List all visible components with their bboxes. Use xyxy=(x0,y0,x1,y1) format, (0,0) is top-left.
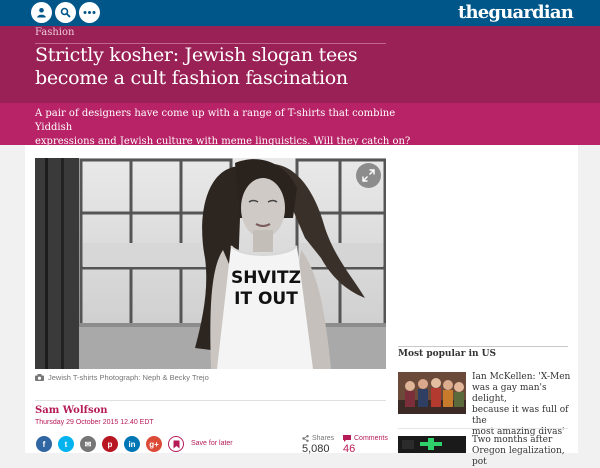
logo-guardian: guardian xyxy=(488,2,573,23)
search-button[interactable] xyxy=(55,2,76,23)
most-popular-item-2-thumbnail[interactable] xyxy=(398,436,466,453)
most-popular-divider xyxy=(398,428,568,429)
comments-count[interactable]: 46 xyxy=(343,443,355,455)
save-for-later-label[interactable]: Save for later xyxy=(191,440,233,447)
facebook-icon: f xyxy=(42,439,46,449)
share-pinterest-button[interactable]: p xyxy=(102,436,118,452)
item-1-line-2: was a gay man's delight, xyxy=(472,383,547,404)
photo-illustration: SHVITZ IT OUT xyxy=(35,158,386,369)
shares-label: Shares xyxy=(302,435,334,442)
most-popular-rule xyxy=(398,346,568,347)
most-popular-title: Most popular in US xyxy=(398,349,497,359)
share-googleplus-button[interactable]: g+ xyxy=(146,436,162,452)
comments-link[interactable]: Comments xyxy=(343,435,388,442)
bookmark-icon xyxy=(173,440,179,448)
most-popular-item-2-headline[interactable]: Two months after Oregon legalization, po… xyxy=(472,435,572,468)
author-link[interactable]: Sam Wolfson xyxy=(35,405,108,416)
shares-label-text: Shares xyxy=(312,435,335,442)
photo-caption: Jewish T-shirts Photograph: Neph & Becky… xyxy=(35,373,209,382)
profile-button[interactable] xyxy=(31,2,52,23)
comment-icon xyxy=(343,435,351,442)
standfirst: A pair of designers have come up with a … xyxy=(35,107,435,149)
more-button[interactable] xyxy=(79,2,100,23)
item-1-line-3: because it was full of the xyxy=(472,405,569,426)
share-twitter-button[interactable]: t xyxy=(58,436,74,452)
top-nav-bar: theguardian xyxy=(0,0,600,26)
article-headline: Strictly kosher: Jewish slogan tees beco… xyxy=(35,44,435,90)
pinterest-icon: p xyxy=(107,439,113,449)
headline-line-2: become a cult fashion fascination xyxy=(35,67,348,89)
profile-icon xyxy=(37,8,46,18)
headline-line-1: Strictly kosher: Jewish slogan tees xyxy=(35,44,358,66)
expand-icon xyxy=(362,169,375,182)
shares-count: 5,080 xyxy=(302,443,330,455)
twitter-icon: t xyxy=(64,439,68,449)
camera-icon xyxy=(35,374,44,381)
shirt-text-line-1: SHVITZ xyxy=(231,268,301,288)
share-email-button[interactable]: ✉ xyxy=(80,436,96,452)
most-popular-item-1-thumbnail[interactable] xyxy=(398,372,466,414)
thumbnail-image xyxy=(398,372,466,414)
expand-image-button[interactable] xyxy=(356,163,381,188)
comments-label-text: Comments xyxy=(354,435,388,442)
linkedin-icon: in xyxy=(128,439,136,449)
email-icon: ✉ xyxy=(84,439,92,449)
search-icon xyxy=(60,7,71,18)
logo-the: the xyxy=(457,2,489,23)
share-linkedin-button[interactable]: in xyxy=(124,436,140,452)
main-photo[interactable]: SHVITZ IT OUT xyxy=(35,158,386,369)
item-1-line-1: Ian McKellen: 'X-Men xyxy=(472,372,571,382)
share-icon xyxy=(302,435,309,442)
caption-text: Jewish T-shirts Photograph: Neph & Becky… xyxy=(48,373,209,382)
googleplus-icon: g+ xyxy=(149,439,159,449)
item-2-line-1: Two months after xyxy=(472,435,553,445)
thumbnail-image-2 xyxy=(398,436,466,453)
share-facebook-button[interactable]: f xyxy=(36,436,52,452)
publish-date: Thursday 29 October 2015 12.40 EDT xyxy=(35,419,154,426)
byline-rule xyxy=(35,400,386,401)
item-2-line-2: Oregon legalization, pot xyxy=(472,446,565,467)
shirt-text-line-2: IT OUT xyxy=(234,289,298,309)
more-icon xyxy=(83,11,96,14)
standfirst-line-1: A pair of designers have come up with a … xyxy=(35,108,396,133)
guardian-logo[interactable]: theguardian xyxy=(457,0,574,26)
save-for-later-button[interactable] xyxy=(168,436,184,452)
section-link[interactable]: Fashion xyxy=(35,27,74,38)
